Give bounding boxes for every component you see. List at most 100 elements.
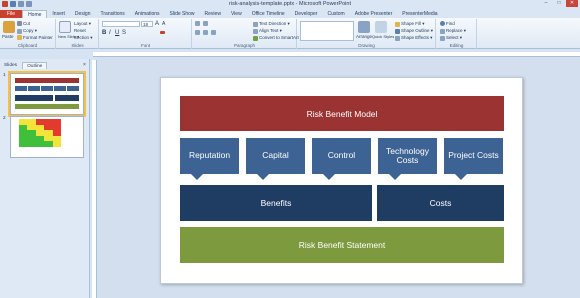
font-size-select[interactable]: 18 <box>141 21 153 27</box>
find-button[interactable]: Find <box>440 21 455 26</box>
shadow-button[interactable]: S <box>122 30 126 36</box>
convert-smartart-button[interactable]: Convert to SmartArt ▾ <box>253 35 302 41</box>
align-left-button[interactable] <box>195 30 200 35</box>
align-right-icon <box>211 30 216 35</box>
underline-button[interactable]: U <box>115 30 119 36</box>
slide-thumbnail-2[interactable] <box>10 116 84 158</box>
new-slide-icon[interactable] <box>59 21 71 33</box>
reset-button[interactable]: Reset <box>74 28 86 33</box>
arrange-button[interactable]: Arrange <box>356 34 372 39</box>
tab-file[interactable]: File <box>0 10 23 18</box>
callout-pointer <box>455 174 467 180</box>
thumb-statement-bar <box>15 104 79 109</box>
text-direction-icon <box>253 21 258 27</box>
tab-slides[interactable]: Slides <box>0 62 21 69</box>
paste-icon[interactable] <box>3 21 15 33</box>
bold-button[interactable]: B <box>102 30 106 36</box>
shape-effects-label: Shape Effects ▾ <box>401 35 433 40</box>
tab-office-timeline[interactable]: Office Timeline <box>247 10 290 18</box>
layout-button[interactable]: Layout ▾ <box>74 21 91 27</box>
text-direction-button[interactable]: Text Direction ▾ <box>253 21 290 27</box>
replace-icon <box>440 28 445 34</box>
tab-presentermedia[interactable]: PresenterMedia <box>397 10 442 18</box>
shape-fill-button[interactable]: Shape Fill ▾ <box>395 21 425 27</box>
minimize-button[interactable]: – <box>540 0 552 7</box>
pane-tabs: Slides Outline <box>0 62 48 69</box>
factor-capital[interactable]: Capital <box>246 138 305 174</box>
editing-group: Find Replace ▾ Select ▾ Editing <box>437 19 477 49</box>
callout-pointer <box>191 174 203 180</box>
factor-control[interactable]: Control <box>312 138 371 174</box>
clipboard-label: Clipboard <box>17 43 38 48</box>
tab-developer[interactable]: Developer <box>290 10 323 18</box>
tab-review[interactable]: Review <box>200 10 226 18</box>
cut-button[interactable]: Cut <box>17 21 30 26</box>
costs-box[interactable]: Costs <box>377 185 504 221</box>
tab-transitions[interactable]: Transitions <box>96 10 130 18</box>
tab-slide-show[interactable]: Slide Show <box>165 10 200 18</box>
matrix-cell <box>27 141 36 147</box>
font-group: 18 A A B I U S Font <box>100 19 192 49</box>
shrink-font-icon: A <box>162 21 166 27</box>
close-pane-button[interactable]: × <box>83 62 86 68</box>
shapes-gallery[interactable] <box>300 21 354 41</box>
tab-design[interactable]: Design <box>70 10 96 18</box>
maximize-button[interactable]: □ <box>553 0 565 7</box>
format-painter-label: Format Painter <box>23 35 53 40</box>
tab-insert[interactable]: Insert <box>47 10 70 18</box>
factor-project-costs[interactable]: Project Costs <box>444 138 503 174</box>
thumb-benefits-box <box>15 95 54 101</box>
vertical-ruler[interactable] <box>92 60 97 298</box>
close-button[interactable]: ✕ <box>566 0 578 7</box>
slide-thumbnail-1[interactable] <box>8 71 86 117</box>
shape-effects-button[interactable]: Shape Effects ▾ <box>395 35 432 41</box>
statement-box[interactable]: Risk Benefit Statement <box>180 227 504 263</box>
align-text-label: Align Text ▾ <box>259 28 282 33</box>
tab-outline[interactable]: Outline <box>22 62 48 69</box>
thumb-navy-row <box>15 95 79 101</box>
thumb-factor-box <box>67 86 79 91</box>
italic-icon: I <box>109 30 111 36</box>
callout-pointer <box>323 174 335 180</box>
benefits-box[interactable]: Benefits <box>180 185 372 221</box>
shape-outline-icon <box>395 28 400 34</box>
shape-outline-button[interactable]: Shape Outline ▾ <box>395 28 433 34</box>
tab-home[interactable]: Home <box>22 10 48 18</box>
align-left-icon <box>195 30 200 35</box>
cut-label: Cut <box>23 21 31 26</box>
format-painter-button[interactable]: Format Painter <box>17 35 53 40</box>
drawing-label: Drawing <box>358 43 375 48</box>
shrink-font-button[interactable]: A <box>162 21 165 27</box>
select-button[interactable]: Select ▾ <box>440 35 462 41</box>
font-color-button[interactable] <box>160 31 165 34</box>
section-button[interactable]: Section ▾ <box>74 35 93 41</box>
replace-button[interactable]: Replace ▾ <box>440 28 466 34</box>
bullets-button[interactable] <box>195 21 200 26</box>
font-name-select[interactable] <box>102 21 140 27</box>
quick-styles-button[interactable]: Quick Styles ▾ <box>372 34 397 39</box>
font-label: Font <box>140 43 150 48</box>
italic-button[interactable]: I <box>109 30 111 36</box>
tab-animations[interactable]: Animations <box>130 10 165 18</box>
align-center-button[interactable] <box>203 30 208 35</box>
paste-button[interactable]: Paste <box>2 34 14 39</box>
current-slide[interactable]: Risk Benefit Model Reputation Capital Co… <box>160 77 523 284</box>
arrange-icon[interactable] <box>358 21 370 33</box>
factor-reputation[interactable]: Reputation <box>180 138 239 174</box>
thumb-risk-matrix <box>19 119 61 147</box>
shape-effects-icon <box>395 35 400 41</box>
align-right-button[interactable] <box>211 30 216 35</box>
thumb-factor-box <box>41 86 53 91</box>
tab-view[interactable]: View <box>226 10 247 18</box>
tab-adobe-presenter[interactable]: Adobe Presenter <box>350 10 398 18</box>
numbering-button[interactable] <box>203 21 208 26</box>
copy-button[interactable]: Copy ▾ <box>17 28 37 34</box>
matrix-cell <box>35 141 45 147</box>
factor-technology-costs[interactable]: Technology Costs <box>378 138 437 174</box>
grow-font-button[interactable]: A <box>155 21 159 27</box>
title-box[interactable]: Risk Benefit Model <box>180 96 504 131</box>
quick-styles-icon[interactable] <box>375 21 387 33</box>
shape-fill-label: Shape Fill ▾ <box>401 21 425 26</box>
align-text-button[interactable]: Align Text ▾ <box>253 28 282 34</box>
tab-custom[interactable]: Custom <box>322 10 349 18</box>
